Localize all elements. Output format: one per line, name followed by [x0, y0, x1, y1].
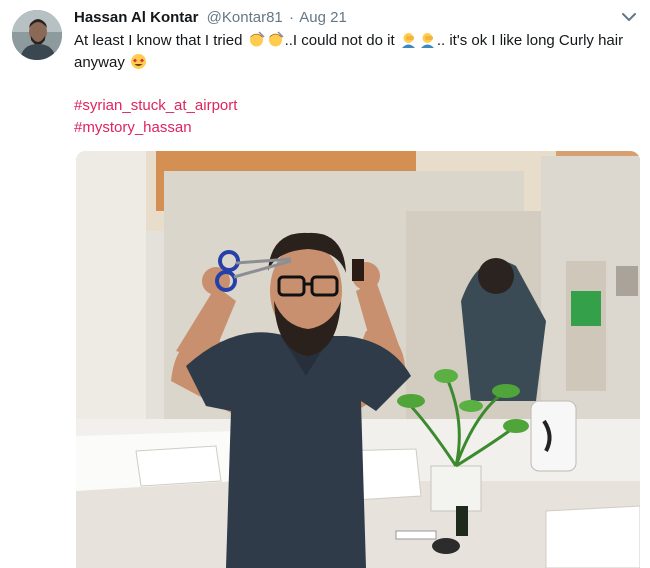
hashtags: #syrian_stuck_at_airport #mystory_hassan: [74, 95, 237, 139]
tweet-date[interactable]: Aug 21: [299, 9, 347, 26]
tweet: Hassan Al Kontar @Kontar81 · Aug 21 At l…: [0, 0, 650, 568]
avatar[interactable]: [12, 10, 62, 60]
facepalm-emoji-icon: [400, 31, 417, 48]
hashtag-link[interactable]: #mystory_hassan: [74, 117, 237, 139]
author-handle[interactable]: @Kontar81: [207, 9, 283, 26]
haircut-emoji-icon: [248, 31, 265, 48]
haircut-emoji-icon: [267, 31, 284, 48]
tweet-photo[interactable]: [76, 151, 640, 568]
tweet-text: At least I know that I tried ..I could n…: [74, 30, 634, 74]
chevron-down-icon[interactable]: [620, 10, 638, 24]
heart-eyes-emoji-icon: [130, 53, 147, 70]
author-name[interactable]: Hassan Al Kontar: [74, 9, 198, 26]
tweet-header: Hassan Al Kontar @Kontar81 · Aug 21: [74, 9, 347, 26]
facepalm-emoji-icon: [419, 31, 436, 48]
tweet-text-part1: At least I know that I tried: [74, 32, 243, 49]
tweet-text-part2: ..I could not do it: [284, 32, 395, 49]
hashtag-link[interactable]: #syrian_stuck_at_airport: [74, 95, 237, 117]
separator: ·: [288, 9, 294, 26]
